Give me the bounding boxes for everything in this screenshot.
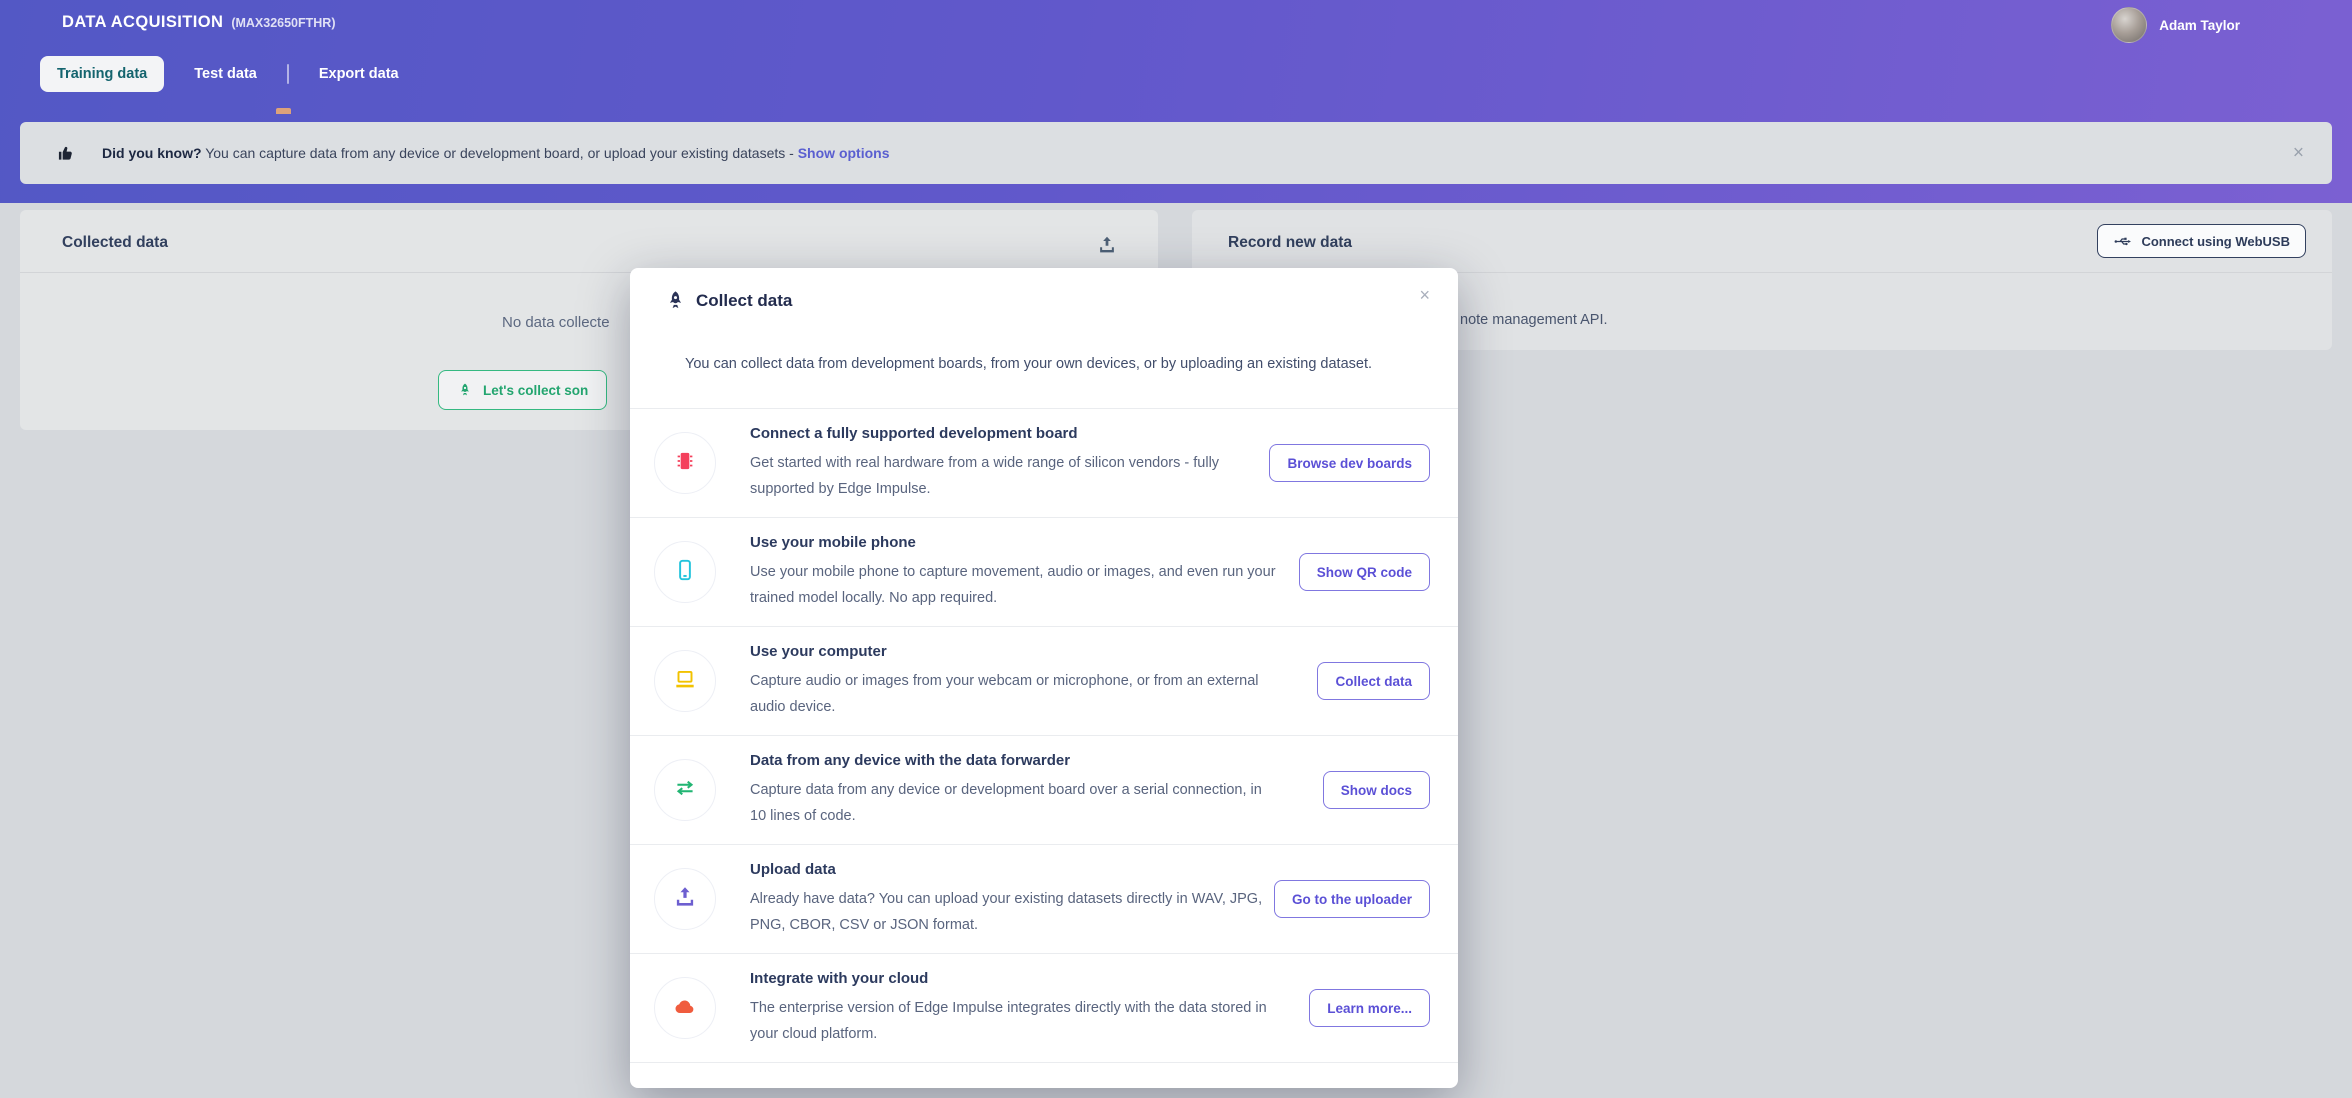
option-icon-badge bbox=[654, 977, 716, 1039]
banner-body-text: You can capture data from any device or … bbox=[202, 145, 798, 161]
option-title: Data from any device with the data forwa… bbox=[750, 752, 1280, 769]
option-description: The enterprise version of Edge Impulse i… bbox=[750, 995, 1280, 1047]
modal-footer bbox=[630, 1062, 1458, 1088]
collect-options-list: Connect a fully supported development bo… bbox=[630, 408, 1458, 1062]
option-description: Already have data? You can upload your e… bbox=[750, 886, 1274, 938]
user-name[interactable]: Adam Taylor bbox=[2159, 18, 2240, 33]
collected-data-title: Collected data bbox=[62, 234, 168, 252]
option-text-block: Upload data Already have data? You can u… bbox=[750, 861, 1274, 938]
lets-collect-data-button[interactable]: Let's collect son bbox=[438, 370, 607, 410]
option-title: Integrate with your cloud bbox=[750, 970, 1280, 987]
modal-title: Collect data bbox=[696, 291, 792, 311]
upload-icon bbox=[672, 884, 698, 915]
chip-icon bbox=[672, 448, 698, 479]
option-action-button[interactable]: Collect data bbox=[1317, 662, 1430, 700]
banner-text: Did you know? You can capture data from … bbox=[102, 145, 889, 161]
tab-separator bbox=[287, 64, 289, 84]
collect-option-row: Use your computer Capture audio or image… bbox=[630, 626, 1458, 735]
option-text-block: Connect a fully supported development bo… bbox=[750, 425, 1269, 502]
avatar[interactable] bbox=[2111, 7, 2147, 43]
record-new-data-title: Record new data bbox=[1228, 234, 1352, 252]
collect-option-row: Integrate with your cloud The enterprise… bbox=[630, 953, 1458, 1062]
option-description: Capture audio or images from your webcam… bbox=[750, 668, 1280, 720]
modal-intro-text: You can collect data from development bo… bbox=[685, 356, 1372, 372]
collect-option-row: Upload data Already have data? You can u… bbox=[630, 844, 1458, 953]
cloud-icon bbox=[672, 993, 698, 1024]
tab-training-data[interactable]: Training data bbox=[40, 56, 164, 92]
option-description: Use your mobile phone to capture movemen… bbox=[750, 559, 1280, 611]
collect-option-row: Data from any device with the data forwa… bbox=[630, 735, 1458, 844]
option-text-block: Use your mobile phone Use your mobile ph… bbox=[750, 534, 1280, 611]
page-title: DATA ACQUISITION bbox=[62, 13, 223, 32]
option-icon-badge bbox=[654, 432, 716, 494]
collect-data-modal: Collect data × You can collect data from… bbox=[630, 268, 1458, 1088]
collect-option-row: Use your mobile phone Use your mobile ph… bbox=[630, 517, 1458, 626]
upload-icon[interactable] bbox=[1096, 234, 1118, 256]
tab-test-data[interactable]: Test data bbox=[194, 66, 257, 82]
option-text-block: Data from any device with the data forwa… bbox=[750, 752, 1280, 829]
collect-button-label: Let's collect son bbox=[483, 383, 588, 398]
rocket-icon bbox=[664, 289, 687, 312]
did-you-know-banner: Did you know? You can capture data from … bbox=[20, 122, 2332, 184]
transfer-icon bbox=[672, 775, 698, 806]
option-text-block: Integrate with your cloud The enterprise… bbox=[750, 970, 1280, 1047]
connect-webusb-button[interactable]: Connect using WebUSB bbox=[2097, 224, 2306, 258]
laptop-icon bbox=[672, 666, 698, 697]
project-device-subtitle: (MAX32650FTHR) bbox=[231, 16, 335, 30]
option-action-button[interactable]: Show QR code bbox=[1299, 553, 1430, 591]
option-description: Get started with real hardware from a wi… bbox=[750, 450, 1269, 502]
option-icon-badge bbox=[654, 759, 716, 821]
usb-icon bbox=[2113, 232, 2132, 251]
tab-export-data[interactable]: Export data bbox=[319, 66, 399, 82]
phone-icon bbox=[672, 557, 698, 588]
webusb-button-label: Connect using WebUSB bbox=[2141, 234, 2290, 249]
tab-bar: Training data Test data Export data bbox=[40, 53, 399, 95]
no-data-text: No data collecte bbox=[502, 314, 610, 331]
thumbs-up-icon bbox=[56, 143, 76, 163]
option-action-button[interactable]: Show docs bbox=[1323, 771, 1430, 809]
banner-close-icon[interactable]: × bbox=[2293, 144, 2304, 163]
option-action-button[interactable]: Learn more... bbox=[1309, 989, 1430, 1027]
show-options-link[interactable]: Show options bbox=[798, 145, 890, 161]
option-icon-badge bbox=[654, 541, 716, 603]
option-title: Connect a fully supported development bo… bbox=[750, 425, 1269, 442]
option-icon-badge bbox=[654, 650, 716, 712]
option-text-block: Use your computer Capture audio or image… bbox=[750, 643, 1280, 720]
modal-close-icon[interactable]: × bbox=[1419, 286, 1430, 304]
option-icon-badge bbox=[654, 868, 716, 930]
option-action-button[interactable]: Browse dev boards bbox=[1269, 444, 1430, 482]
page-title-row: DATA ACQUISITION (MAX32650FTHR) bbox=[62, 13, 336, 32]
option-title: Upload data bbox=[750, 861, 1274, 878]
tab-indicator-notch bbox=[276, 108, 291, 114]
rocket-icon bbox=[457, 382, 473, 398]
collect-option-row: Connect a fully supported development bo… bbox=[630, 408, 1458, 517]
banner-bold-text: Did you know? bbox=[102, 145, 202, 161]
remote-management-text: note management API. bbox=[1460, 312, 1608, 328]
data-acquisition-page: DATA ACQUISITION (MAX32650FTHR) Adam Tay… bbox=[0, 0, 2352, 1098]
option-title: Use your computer bbox=[750, 643, 1280, 660]
option-action-button[interactable]: Go to the uploader bbox=[1274, 880, 1430, 918]
option-title: Use your mobile phone bbox=[750, 534, 1280, 551]
option-description: Capture data from any device or developm… bbox=[750, 777, 1280, 829]
user-menu[interactable]: Adam Taylor bbox=[2111, 7, 2240, 43]
